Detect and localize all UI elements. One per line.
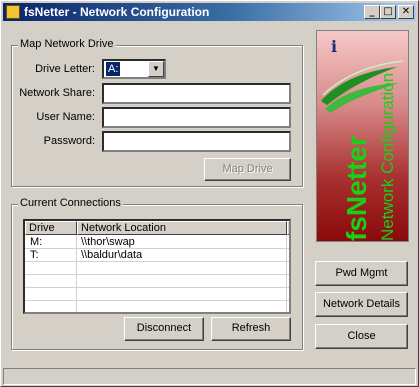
app-icon	[6, 5, 20, 19]
column-header-filler	[287, 221, 289, 235]
maximize-button[interactable]: □	[380, 5, 396, 19]
drive-letter-label: Drive Letter:	[35, 63, 95, 75]
map-network-drive-legend: Map Network Drive	[18, 38, 116, 50]
window-title: fsNetter - Network Configuration	[24, 5, 210, 19]
close-button[interactable]: Close	[315, 324, 408, 349]
minimize-button[interactable]: _	[364, 5, 380, 19]
chevron-down-icon[interactable]: ▼	[148, 61, 164, 77]
logo-subtitle-text: Network Configuration	[378, 72, 397, 241]
refresh-button-label: Refresh	[231, 322, 271, 334]
connections-list-header: Drive Network Location	[25, 221, 289, 235]
drive-letter-value: A:	[104, 61, 122, 77]
status-bar	[3, 368, 416, 385]
column-header-drive[interactable]: Drive	[25, 221, 77, 235]
fsnetter-logo: i fsNetter Network Configuration	[316, 30, 409, 242]
network-details-button[interactable]: Network Details	[315, 292, 408, 317]
network-share-input[interactable]	[102, 83, 291, 104]
close-button-label: Close	[347, 330, 376, 342]
connections-list[interactable]: Drive Network Location M: \\thor\swap T:…	[23, 219, 291, 314]
column-header-network-location[interactable]: Network Location	[77, 221, 287, 235]
network-share-label: Network Share:	[19, 87, 95, 99]
table-row	[25, 262, 289, 275]
map-drive-button[interactable]: Map Drive	[204, 158, 291, 181]
logo-name-text: fsNetter	[341, 135, 372, 241]
main-window: fsNetter - Network Configuration _ □ ✕ M…	[0, 0, 419, 387]
refresh-button[interactable]: Refresh	[211, 317, 291, 341]
pwd-mgmt-button[interactable]: Pwd Mgmt	[315, 261, 408, 286]
close-window-button[interactable]: ✕	[398, 5, 414, 19]
row-drive: M:	[30, 236, 43, 248]
pwd-mgmt-button-label: Pwd Mgmt	[335, 267, 388, 279]
table-row	[25, 275, 289, 288]
table-row[interactable]: M: \\thor\swap	[25, 236, 289, 249]
user-name-input[interactable]	[102, 107, 291, 128]
network-details-button-label: Network Details	[322, 298, 401, 310]
disconnect-button[interactable]: Disconnect	[124, 317, 204, 341]
map-drive-button-label: Map Drive	[222, 163, 273, 175]
user-name-label: User Name:	[36, 111, 95, 123]
table-row[interactable]: T: \\baldur\data	[25, 249, 289, 262]
current-connections-legend: Current Connections	[18, 197, 123, 209]
disconnect-button-label: Disconnect	[136, 322, 192, 334]
drive-letter-select[interactable]: A: ▼	[102, 59, 166, 79]
password-input[interactable]	[102, 131, 291, 152]
row-location: \\baldur\data	[81, 249, 143, 261]
row-drive: T:	[30, 249, 39, 261]
password-label: Password:	[43, 135, 95, 147]
row-location: \\thor\swap	[81, 236, 135, 248]
table-row	[25, 301, 289, 312]
table-row	[25, 288, 289, 301]
title-bar[interactable]: fsNetter - Network Configuration _ □ ✕	[3, 3, 416, 21]
